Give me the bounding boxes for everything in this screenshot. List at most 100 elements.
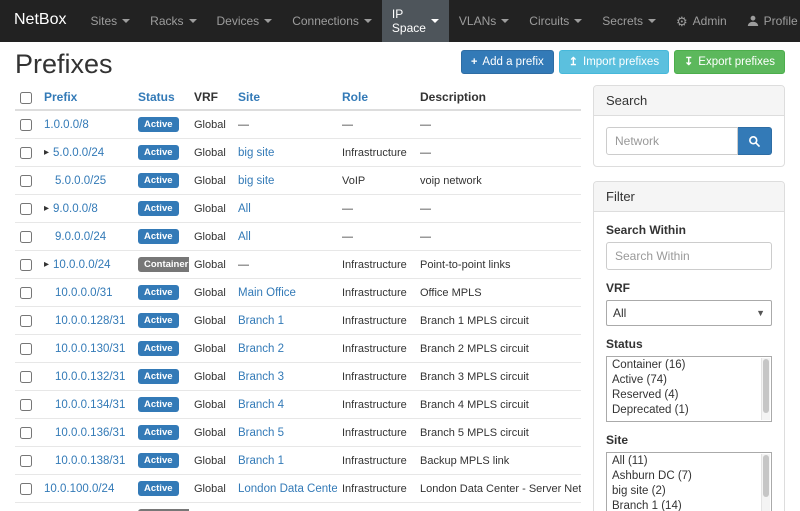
description-cell: London Data Center - Server Network: [415, 475, 581, 503]
status-badge: Container: [138, 257, 189, 272]
site-cell: Branch 5: [233, 419, 337, 447]
site-link[interactable]: big site: [238, 175, 274, 187]
status-cell: Active: [133, 307, 189, 335]
column-header-prefix[interactable]: Prefix: [39, 85, 133, 110]
nav-item-sites[interactable]: Sites: [80, 0, 140, 42]
search-within-input[interactable]: [606, 242, 772, 270]
export-prefixes-button[interactable]: ↧Export prefixes: [674, 50, 785, 74]
role-value: Infrastructure: [342, 147, 407, 159]
site-link[interactable]: big site: [238, 147, 274, 159]
scrollbar-thumb[interactable]: [763, 455, 769, 497]
nav-item-vlans[interactable]: VLANs: [449, 0, 519, 42]
vrf-cell: Global: [189, 503, 233, 511]
site-link[interactable]: All: [238, 203, 251, 215]
prefix-link[interactable]: 9.0.0.0/8: [53, 203, 98, 215]
prefix-link[interactable]: 9.0.0.0/24: [55, 231, 106, 243]
tree-expand-icon[interactable]: ▸: [44, 203, 49, 214]
option[interactable]: Container (16): [608, 358, 759, 373]
status-cell: Active: [133, 139, 189, 167]
row-checkbox[interactable]: [20, 175, 32, 187]
site-link[interactable]: Branch 5: [238, 427, 284, 439]
site-link[interactable]: Branch 4: [238, 399, 284, 411]
row-select-cell: [15, 419, 39, 447]
prefix-cell: 5.0.0.0/25: [39, 167, 133, 195]
select-all-checkbox[interactable]: [20, 92, 32, 104]
nav-item-connections[interactable]: Connections: [282, 0, 382, 42]
column-header-role[interactable]: Role: [337, 85, 415, 110]
row-checkbox[interactable]: [20, 399, 32, 411]
status-listbox[interactable]: Container (16)Active (74)Reserved (4)Dep…: [606, 356, 772, 422]
brand[interactable]: NetBox: [0, 0, 80, 42]
option[interactable]: Ashburn DC (7): [608, 469, 759, 484]
prefix-link[interactable]: 10.0.0.0/24: [53, 259, 111, 271]
status-badge: Active: [138, 313, 179, 328]
site-link[interactable]: All: [238, 231, 251, 243]
column-header-site[interactable]: Site: [233, 85, 337, 110]
row-checkbox[interactable]: [20, 203, 32, 215]
nav-item-secrets[interactable]: Secrets: [592, 0, 666, 42]
nav-item-devices[interactable]: Devices: [207, 0, 283, 42]
nav-item-profile[interactable]: Profile: [737, 0, 800, 42]
scrollbar-track[interactable]: [761, 358, 770, 420]
scrollbar-thumb[interactable]: [763, 359, 769, 413]
row-checkbox[interactable]: [20, 147, 32, 159]
nav-item-racks[interactable]: Racks: [140, 0, 206, 42]
scrollbar-track[interactable]: [761, 454, 770, 511]
prefix-link[interactable]: 10.0.100.0/24: [44, 483, 114, 495]
prefix-link[interactable]: 10.0.0.136/31: [55, 427, 125, 439]
site-link[interactable]: Main Office: [238, 287, 296, 299]
site-link[interactable]: Branch 1: [238, 455, 284, 467]
prefix-cell: 10.0.0.0/31: [39, 279, 133, 307]
site-link[interactable]: London Data Center: [238, 483, 337, 495]
search-input[interactable]: [606, 127, 738, 155]
prefix-link[interactable]: 10.0.0.138/31: [55, 455, 125, 467]
prefix-link[interactable]: 10.0.0.130/31: [55, 343, 125, 355]
site-link[interactable]: Branch 1: [238, 315, 284, 327]
row-checkbox[interactable]: [20, 231, 32, 243]
option[interactable]: Reserved (4): [608, 388, 759, 403]
site-cell: —: [233, 110, 337, 139]
prefix-link[interactable]: 1.0.0.0/8: [44, 119, 89, 131]
tree-expand-icon[interactable]: ▸: [44, 259, 49, 270]
nav-item-circuits[interactable]: Circuits: [519, 0, 592, 42]
row-checkbox[interactable]: [20, 259, 32, 271]
nav-item-label: Racks: [150, 14, 183, 28]
site-cell: big site: [233, 139, 337, 167]
prefix-link[interactable]: 10.0.0.132/31: [55, 371, 125, 383]
import-prefixes-button[interactable]: ↥Import prefixes: [559, 50, 669, 74]
tree-expand-icon[interactable]: ▸: [44, 147, 49, 158]
row-checkbox[interactable]: [20, 483, 32, 495]
option[interactable]: big site (2): [608, 484, 759, 499]
nav-item-label: Connections: [292, 14, 359, 28]
option[interactable]: Branch 1 (14): [608, 499, 759, 511]
vrf-cell: Global: [189, 223, 233, 251]
add-a-prefix-button[interactable]: +Add a prefix: [461, 50, 554, 74]
prefix-link[interactable]: 10.0.0.134/31: [55, 399, 125, 411]
site-listbox[interactable]: All (11)Ashburn DC (7)big site (2)Branch…: [606, 452, 772, 511]
nav-item-ip-space[interactable]: IP Space: [382, 0, 449, 42]
status-badge: Active: [138, 369, 179, 384]
row-checkbox[interactable]: [20, 343, 32, 355]
option[interactable]: Active (74): [608, 373, 759, 388]
option[interactable]: Deprecated (1): [608, 403, 759, 418]
row-checkbox[interactable]: [20, 455, 32, 467]
prefix-cell: 10.0.0.128/31: [39, 307, 133, 335]
row-checkbox[interactable]: [20, 119, 32, 131]
row-checkbox[interactable]: [20, 287, 32, 299]
row-checkbox[interactable]: [20, 315, 32, 327]
prefix-link[interactable]: 10.0.0.128/31: [55, 315, 125, 327]
site-link[interactable]: Branch 2: [238, 343, 284, 355]
site-link[interactable]: Branch 3: [238, 371, 284, 383]
row-checkbox[interactable]: [20, 427, 32, 439]
prefix-link[interactable]: 10.0.0.0/31: [55, 287, 113, 299]
status-cell: Active: [133, 475, 189, 503]
prefix-link[interactable]: 5.0.0.0/25: [55, 175, 106, 187]
prefix-link[interactable]: 5.0.0.0/24: [53, 147, 104, 159]
option[interactable]: All (11): [608, 454, 759, 469]
row-checkbox[interactable]: [20, 371, 32, 383]
nav-item-admin[interactable]: ⚙Admin: [666, 0, 737, 42]
search-button[interactable]: [738, 127, 772, 155]
vrf-cell: Global: [189, 419, 233, 447]
column-header-status[interactable]: Status: [133, 85, 189, 110]
vrf-select[interactable]: All ▼: [606, 300, 772, 326]
